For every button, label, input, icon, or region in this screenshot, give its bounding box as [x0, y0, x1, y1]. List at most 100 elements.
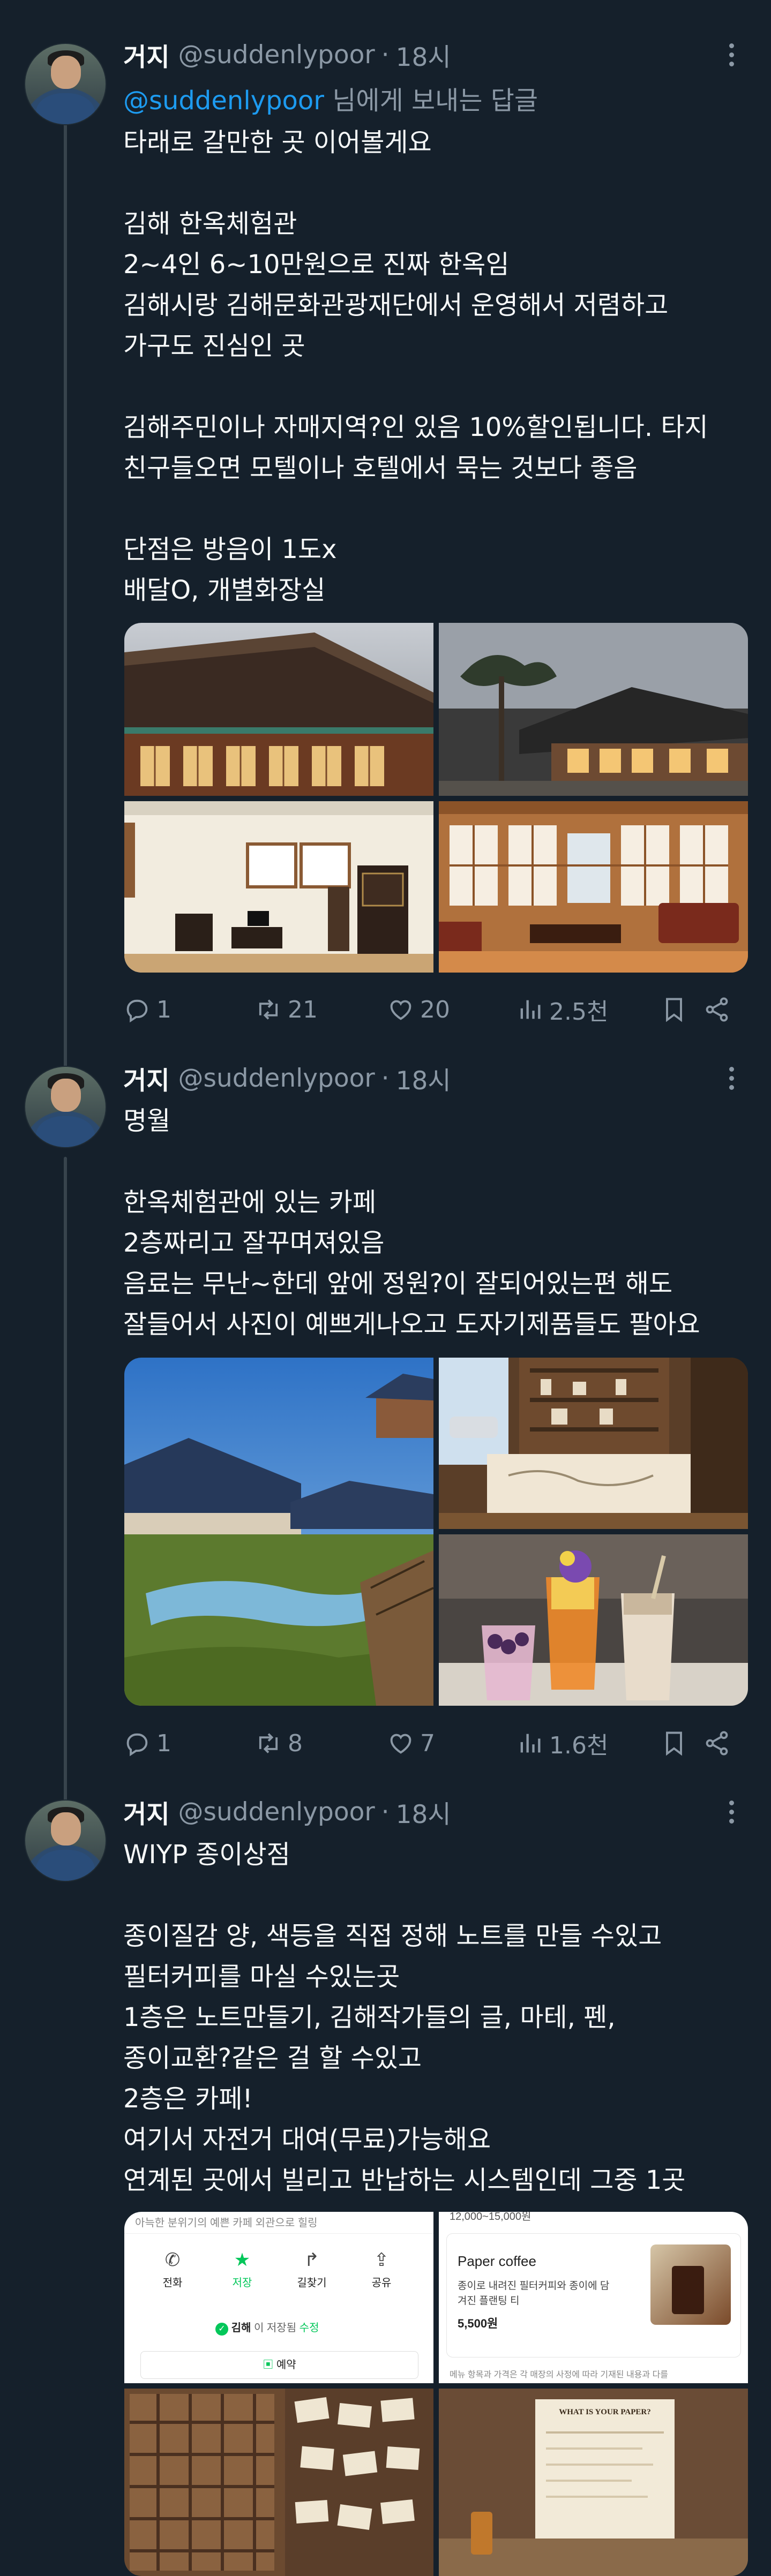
tweet-line: [123, 163, 755, 204]
board-title: WHAT IS YOUR PAPER?: [559, 2408, 651, 2416]
display-name[interactable]: 거지: [123, 36, 169, 73]
views-count: 2.5천: [549, 998, 609, 1026]
views-icon: [520, 1000, 541, 1019]
reply-icon: [126, 999, 148, 1023]
menu-price-range: 12,000~15,000원: [450, 2212, 532, 2223]
like-button[interactable]: 7: [387, 1724, 435, 1762]
place-tagline: 아늑한 분위기의 예쁜 카페 외관으로 힐링: [135, 2217, 318, 2229]
share-action[interactable]: ⇪ 공유: [355, 2249, 408, 2289]
like-icon: [390, 1000, 411, 1020]
like-count: 20: [420, 996, 450, 1023]
more-icon[interactable]: [721, 39, 742, 71]
reply-suffix: 님에게 보내는 답글: [324, 86, 538, 116]
saved-row[interactable]: ✓ 김해 이 저장됨 수정: [215, 2319, 319, 2336]
photo-room-tv[interactable]: [124, 801, 433, 973]
tweet-line: 2층은 카페!: [123, 2084, 253, 2114]
avatar[interactable]: [24, 43, 107, 125]
timestamp[interactable]: 18시: [396, 1794, 451, 1831]
calendar-icon: ▣: [263, 2359, 274, 2371]
media-grid[interactable]: 아늑한 분위기의 예쁜 카페 외관으로 힐링 ✆ 전화 ★ 저장 ↱ 길찾기 ⇪…: [124, 2212, 748, 2576]
photo-paper-board[interactable]: WHAT IS YOUR PAPER?: [439, 2389, 748, 2576]
tweet-line: 김해 한옥체험관: [123, 209, 297, 239]
separator: ·: [381, 1797, 390, 1827]
more-icon[interactable]: [721, 1796, 742, 1828]
share-label: 공유: [371, 2277, 392, 2289]
photo-hanok-eaves[interactable]: [124, 623, 433, 796]
tweet-line: 가구도 진심인 곳: [123, 331, 305, 361]
bookmark-button[interactable]: [660, 991, 688, 1028]
like-button[interactable]: 20: [387, 991, 450, 1028]
share-icon: [706, 997, 728, 1022]
photo-cafe-interior[interactable]: [439, 1358, 748, 1529]
share-icon: [706, 1731, 728, 1756]
reserve-button[interactable]: ▣ 예약: [140, 2351, 418, 2379]
share-button[interactable]: [703, 1724, 731, 1762]
tweet-line: 배달O, 개별화장실: [123, 575, 326, 605]
media-grid[interactable]: [124, 623, 748, 973]
views-count: 1.6천: [549, 1732, 609, 1759]
menu-item-desc: 겨진 플랜팅 티: [458, 2295, 520, 2307]
reply-button[interactable]: 1: [123, 991, 171, 1028]
tweet-line: 한옥체험관에 있는 카페: [123, 1187, 377, 1217]
photo-drinks[interactable]: [439, 1534, 748, 1706]
tweet-line: 1층은 노트만들기, 김해작가들의 글, 마테, 펜,: [123, 2002, 616, 2032]
retweet-count: 21: [288, 996, 318, 1023]
views-button[interactable]: 1.6천: [516, 1724, 608, 1762]
tweet-line: 음료는 무난~한데 앞에 정원?이 잘되어있는편 해도: [123, 1269, 673, 1299]
menu-item-title: Paper coffee: [458, 2253, 536, 2269]
photo-room-sofa[interactable]: [439, 801, 748, 973]
photo-hanok-night[interactable]: [439, 623, 748, 796]
retweet-count: 8: [288, 1729, 303, 1757]
retweet-button[interactable]: 8: [254, 1724, 303, 1762]
bookmark-button[interactable]: [660, 1724, 688, 1762]
user-handle[interactable]: @suddenlypoor: [178, 1797, 375, 1827]
menu-item-price: 5,500원: [458, 2317, 498, 2330]
views-button[interactable]: 2.5천: [516, 991, 608, 1028]
reply-mention-link[interactable]: @suddenlypoor: [123, 86, 324, 116]
more-icon[interactable]: [721, 1062, 742, 1094]
retweet-button[interactable]: 21: [254, 991, 318, 1028]
tweet-line: 필터커피를 마실 수있는곳: [123, 1962, 400, 1992]
photo-garden-pond[interactable]: [124, 1358, 433, 1706]
display-name[interactable]: 거지: [123, 1794, 169, 1831]
tweet-header: 거지 @suddenlypoor · 18시: [123, 1794, 451, 1831]
phone-icon: ✆: [164, 2250, 181, 2270]
save-action[interactable]: ★ 저장: [215, 2249, 269, 2289]
tweet[interactable]: 거지 @suddenlypoor · 18시 WIYP 종이상점 종이질감 양,…: [0, 1791, 771, 2576]
saved-place: 김해: [231, 2322, 251, 2334]
tweet[interactable]: 거지 @suddenlypoor · 18시 @suddenlypoor 님에게…: [0, 0, 771, 1058]
directions-action[interactable]: ↱ 길찾기: [285, 2249, 339, 2289]
photo-paper-shelves[interactable]: [124, 2389, 433, 2576]
tweet-line: 친구들오면 모텔이나 호텔에서 묵는 것보다 좋음: [123, 453, 638, 483]
reply-button[interactable]: 1: [123, 1724, 171, 1762]
tweet-line: 종이교환?같은 걸 할 수있고: [123, 2043, 422, 2073]
retweet-icon: [259, 999, 278, 1020]
tweet-text: 타래로 갈만한 곳 이어볼게요 김해 한옥체험관 2~4인 6~10만원으로 진…: [123, 122, 755, 611]
avatar[interactable]: [24, 1799, 107, 1882]
screenshot-place-page[interactable]: 아늑한 분위기의 예쁜 카페 외관으로 힐링 ✆ 전화 ★ 저장 ↱ 길찾기 ⇪…: [124, 2212, 433, 2383]
display-name[interactable]: 거지: [123, 1060, 169, 1097]
tweet-line: [123, 1875, 755, 1916]
reply-icon: [126, 1733, 148, 1757]
share-button[interactable]: [703, 991, 731, 1028]
timestamp[interactable]: 18시: [396, 36, 451, 73]
avatar[interactable]: [24, 1066, 107, 1148]
save-label: 저장: [232, 2277, 252, 2289]
menu-item-card[interactable]: Paper coffee 종이로 내려진 필터커피와 종이에 담 겨진 플랜팅 …: [446, 2233, 741, 2357]
user-handle[interactable]: @suddenlypoor: [178, 40, 375, 70]
screenshot-menu-item[interactable]: 12,000~15,000원 Paper coffee 종이로 내려진 필터커피…: [439, 2212, 748, 2383]
tweet-header: 거지 @suddenlypoor · 18시: [123, 1060, 451, 1097]
share-box-icon: ⇪: [373, 2250, 390, 2270]
media-grid[interactable]: [124, 1358, 748, 1706]
separator: ·: [381, 1063, 390, 1093]
star-icon: ★: [234, 2250, 251, 2270]
phone-action[interactable]: ✆ 전화: [146, 2249, 199, 2289]
user-handle[interactable]: @suddenlypoor: [178, 1064, 375, 1093]
saved-text: 이 저장됨: [253, 2322, 297, 2334]
tweet[interactable]: 거지 @suddenlypoor · 18시 명월 한옥체험관에 있는 카페 2…: [0, 1058, 771, 1791]
edit-link[interactable]: 수정: [300, 2322, 319, 2334]
timestamp[interactable]: 18시: [396, 1060, 451, 1097]
tweet-header: 거지 @suddenlypoor · 18시: [123, 36, 451, 73]
phone-label: 전화: [162, 2277, 183, 2289]
tweet-line: 여기서 자전거 대여(무료)가능해요: [123, 2125, 491, 2155]
